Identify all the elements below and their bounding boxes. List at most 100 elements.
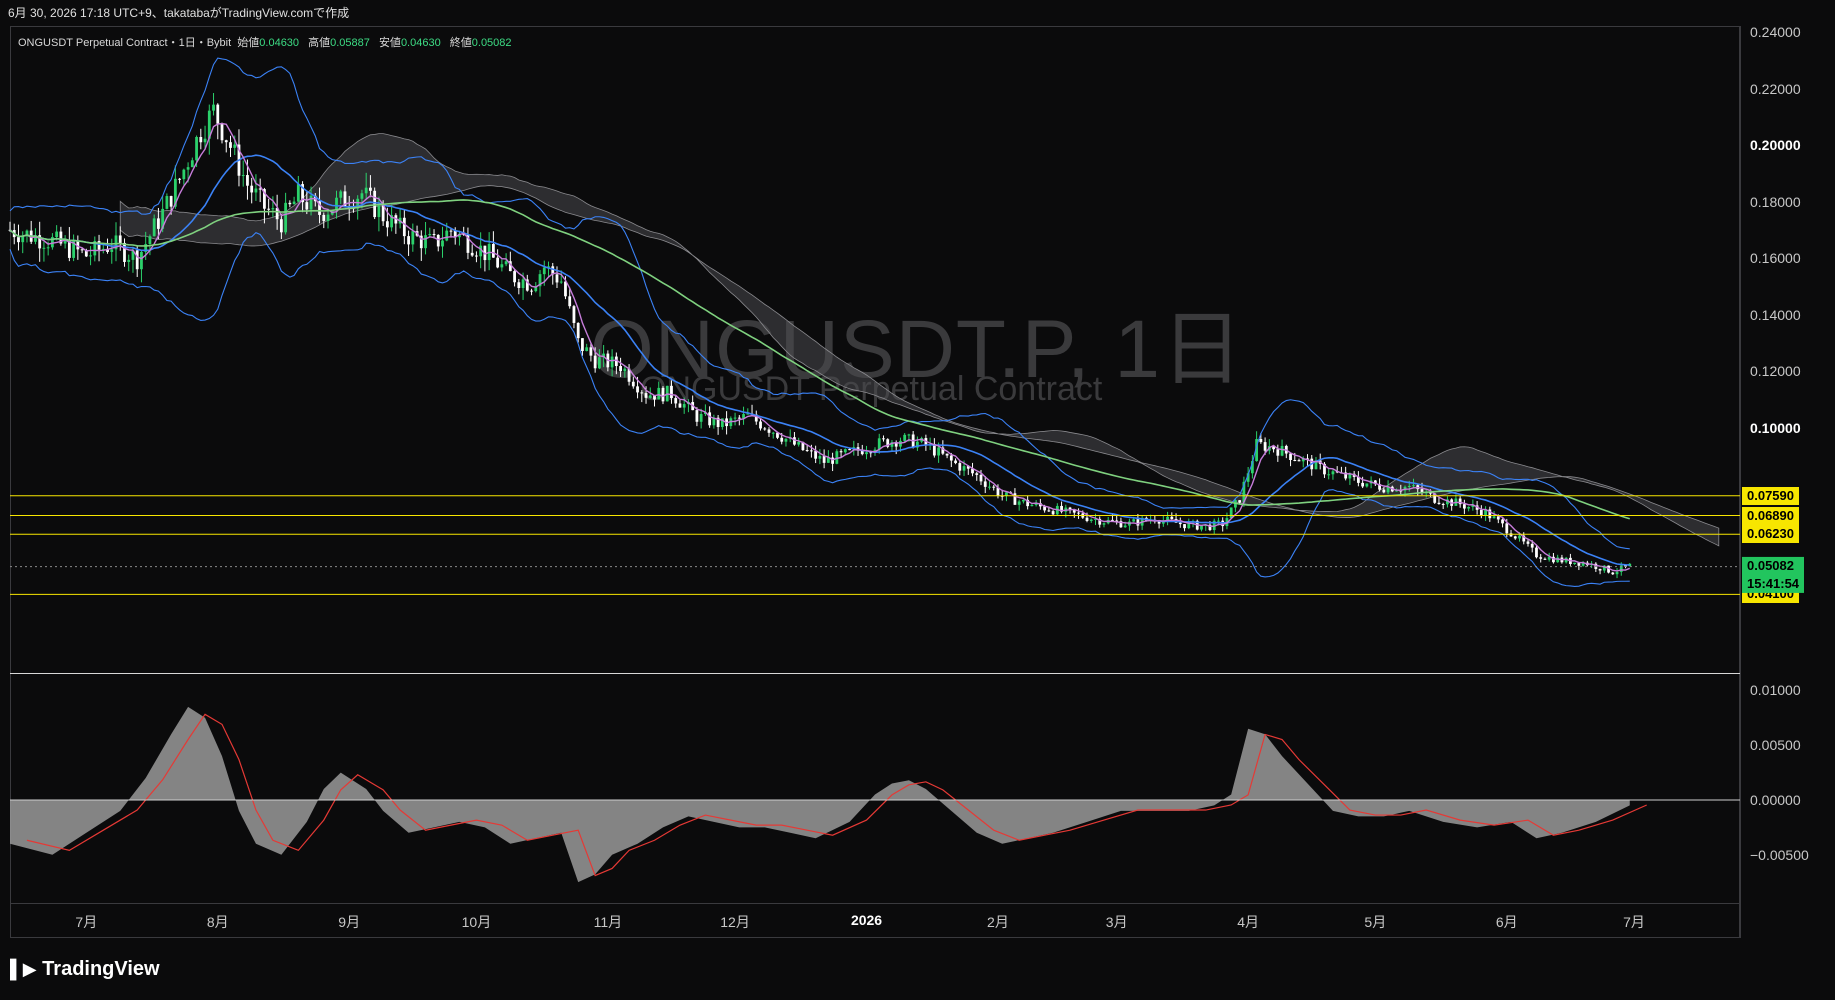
candle-body [157,218,160,229]
candle-body [369,187,372,191]
time-axis-label: 7月 [1623,914,1645,930]
candle-body [148,236,152,245]
candle-body [1047,510,1051,512]
candle-body [1615,571,1619,575]
candle-body [373,190,377,218]
candle-body [797,442,801,445]
candle-body [644,393,648,398]
candle-body [678,403,682,408]
price-axis-tick: 0.12000 [1750,363,1801,380]
oscillator-axis-tick: 0.01000 [1750,682,1801,699]
candle-body [322,214,326,221]
candle-body [780,437,784,442]
candle-body [364,187,368,194]
candle-body [55,231,59,238]
candle-body [695,410,699,422]
time-axis-label: 10月 [461,914,492,930]
candle-body [1030,505,1034,507]
level-price-tag[interactable]: 0.06230 [1742,525,1799,544]
candle-body [475,255,478,257]
candle-body [118,235,122,243]
level-price-tag[interactable]: 0.06890 [1742,506,1799,525]
candle-body [657,387,661,400]
candle-body [1365,483,1369,487]
candle-body [1518,535,1521,539]
candle-body [661,387,665,402]
candle-body [1017,501,1021,505]
current-price-tag[interactable]: 0.05082 15:41:54 [1742,556,1805,593]
candle-body [597,357,601,369]
candle-body [576,322,580,339]
candle-body [1051,511,1055,515]
candle-body [530,290,533,292]
candle-body [1200,526,1203,530]
candle-body [572,306,576,323]
candle-body [1276,449,1280,456]
legend-symbol: ONGUSDT Perpetual Contract・1日・Bybit [18,37,232,49]
candle-body [809,450,813,452]
candle-body [195,136,198,161]
candle-body [1170,516,1174,519]
candle-body [212,104,215,111]
candle-body [1178,522,1182,525]
candle-body [42,247,46,249]
candle-body [670,385,673,399]
candle-body [979,474,983,482]
candle-body [1293,460,1297,462]
candle-body [241,175,245,177]
ohlc-legend: ONGUSDT Perpetual Contract・1日・Bybit 始値0.… [18,34,518,50]
legend-high-label: 高値 [308,37,331,49]
candle-body [140,251,143,270]
tv-logo-icon: ▌▶ [10,959,37,979]
candle-body [1289,453,1292,461]
candle-body [1327,474,1331,476]
candle-body [80,249,84,251]
candle-body [559,281,563,283]
candle-body [945,453,949,456]
legend-open-label: 始値 [237,37,260,49]
candle-body [585,347,589,352]
candle-body [441,240,444,247]
candle-body [424,235,427,249]
bar-countdown: 15:41:54 [1747,575,1800,591]
tradingview-logo[interactable]: ▌▶ TradingView [10,958,160,981]
candle-body [882,438,885,440]
candle-body [123,242,126,262]
candle-body [1467,506,1471,509]
candle-body [1229,507,1233,519]
oscillator-axis-tick: 0.00500 [1750,737,1801,754]
candle-body [402,217,406,237]
candle-body [988,486,991,488]
price-axis-tick: 0.16000 [1750,250,1801,267]
candle-body [593,355,597,369]
candle-body [271,208,275,210]
candle-body [992,486,996,488]
oscillator-axis-tick: 0.00000 [1750,791,1801,808]
candle-body [1437,502,1441,504]
candle-body [279,219,283,233]
candle-body [737,417,741,419]
candle-body [335,197,338,211]
candle-body [220,123,224,141]
chart-canvas[interactable] [0,0,1835,1000]
candle-body [843,449,847,453]
candle-body [224,140,228,143]
bollinger-upper-band [9,57,1630,550]
candle-body [805,450,809,452]
bollinger-lower-band [9,232,1630,587]
candle-body [568,296,572,307]
level-price-tag[interactable]: 0.07590 [1742,486,1799,505]
candle-body [1132,519,1136,522]
candle-body [1539,557,1543,559]
candle-body [1501,519,1504,524]
candle-body [305,202,309,210]
candle-body [1123,525,1127,528]
candle-body [46,247,50,249]
candle-body [1407,486,1411,488]
candle-body [610,356,614,368]
candle-body [17,237,20,243]
candle-body [1535,547,1538,558]
candle-body [589,347,593,356]
price-axis-tick: 0.20000 [1750,137,1801,154]
candle-body [636,386,639,393]
